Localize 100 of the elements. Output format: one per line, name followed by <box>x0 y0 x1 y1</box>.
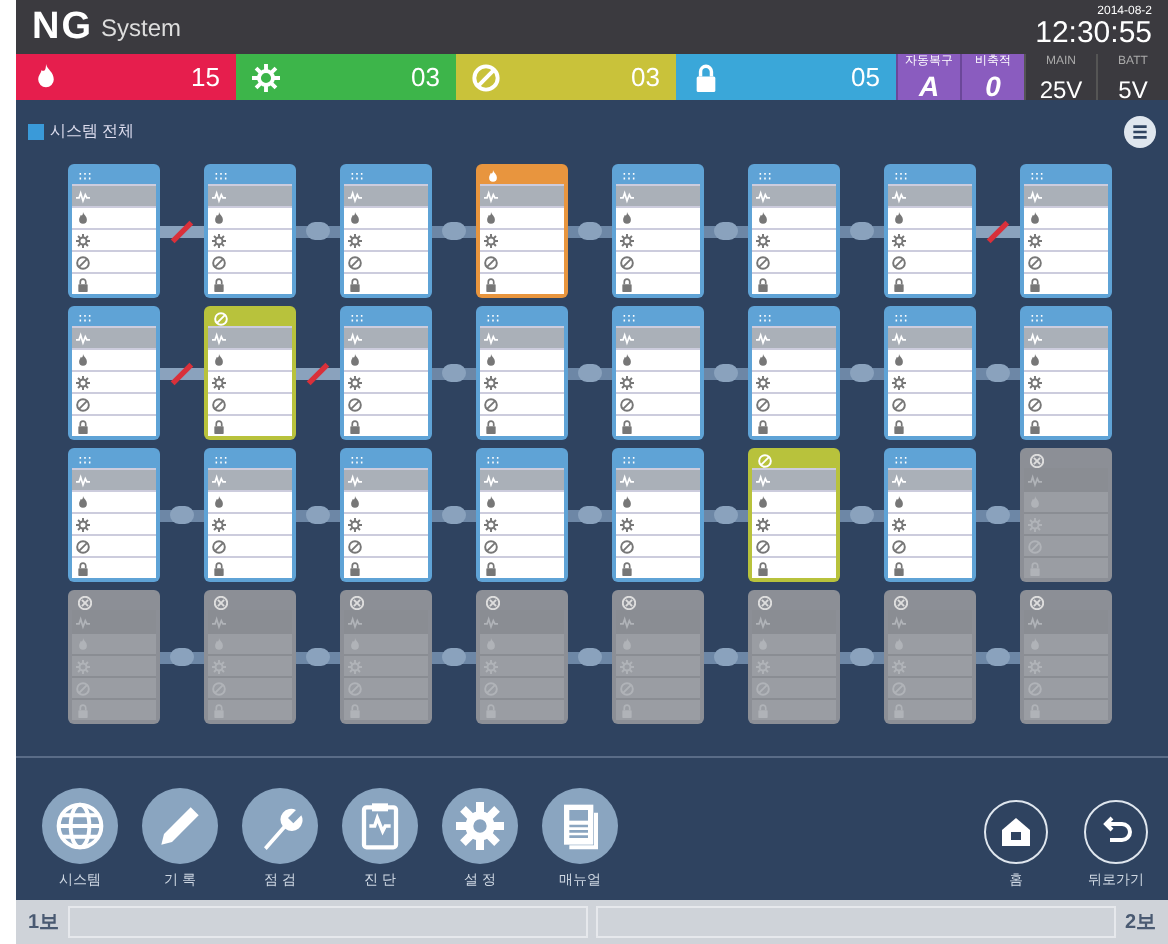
module-panel[interactable] <box>748 306 840 440</box>
prohibited-icon <box>484 681 498 695</box>
flame-icon <box>484 353 498 367</box>
module-panel[interactable] <box>204 448 296 582</box>
lock-icon <box>1028 703 1042 717</box>
lock-icon <box>892 561 906 575</box>
prohibited-icon <box>620 681 634 695</box>
fire-counter[interactable]: 15 <box>16 54 236 100</box>
section-marker <box>28 124 44 140</box>
pulse-icon <box>892 331 906 345</box>
module-panel[interactable] <box>204 306 296 440</box>
voltage-value: 5V <box>1118 74 1148 108</box>
prohibited-icon <box>758 453 772 467</box>
module-panel[interactable] <box>204 164 296 298</box>
pulse-icon <box>1028 331 1042 345</box>
pulse-icon <box>76 331 90 345</box>
gear-icon <box>484 517 498 531</box>
gear-icon <box>1028 517 1042 531</box>
flame-icon <box>620 211 634 225</box>
gear-icon <box>348 375 362 389</box>
module-panel[interactable] <box>884 448 976 582</box>
section-title: 시스템 전체 <box>50 120 135 144</box>
grid-icon <box>350 311 364 325</box>
gear-icon <box>1028 233 1042 247</box>
grid-icon <box>78 453 92 467</box>
prohibited-icon <box>484 255 498 269</box>
module-panel[interactable] <box>884 306 976 440</box>
prohibited-icon <box>1028 681 1042 695</box>
flame-icon <box>620 353 634 367</box>
flame-icon <box>620 495 634 509</box>
pulse-icon <box>756 473 770 487</box>
flame-icon <box>892 211 906 225</box>
gear-icon <box>212 659 226 673</box>
flame-icon <box>486 169 500 183</box>
flame-icon <box>1028 495 1042 509</box>
prohibited-icon <box>620 397 634 411</box>
module-panel[interactable] <box>68 448 160 582</box>
pulse-icon <box>76 473 90 487</box>
module-panel[interactable] <box>748 164 840 298</box>
pulse-icon <box>76 615 90 629</box>
timeline-end: 2보 <box>1124 909 1156 937</box>
flame-icon <box>76 211 90 225</box>
grid-icon <box>894 311 908 325</box>
prohibited-icon <box>620 255 634 269</box>
counter-value: 03 <box>411 59 440 96</box>
flame-icon <box>348 495 362 509</box>
grid-icon <box>78 311 92 325</box>
lock-icon <box>484 561 498 575</box>
module-panel[interactable] <box>612 448 704 582</box>
lock-icon <box>348 419 362 433</box>
flame-icon <box>892 353 906 367</box>
module-panel[interactable] <box>476 164 568 298</box>
gear-icon <box>756 233 770 247</box>
lock-icon <box>1028 277 1042 291</box>
module-panel[interactable] <box>68 306 160 440</box>
timeline-start: 1보 <box>28 909 60 937</box>
prohibited-icon <box>756 255 770 269</box>
module-panel[interactable] <box>68 164 160 298</box>
prohibited-icon <box>1028 539 1042 553</box>
module-panel[interactable] <box>748 448 840 582</box>
gear-icon <box>484 375 498 389</box>
flame-icon <box>620 637 634 651</box>
module-panel[interactable] <box>612 306 704 440</box>
grid-icon <box>894 453 908 467</box>
prohibited-icon <box>76 539 90 553</box>
module-panel[interactable] <box>340 448 432 582</box>
gear-icon <box>212 375 226 389</box>
prohibited-icon <box>348 539 362 553</box>
gear-icon <box>76 375 90 389</box>
module-panel[interactable] <box>884 164 976 298</box>
lock-icon <box>484 419 498 433</box>
gear-icon <box>1028 659 1042 673</box>
flame-icon <box>76 495 90 509</box>
grid-icon <box>486 311 500 325</box>
module-panel[interactable] <box>340 306 432 440</box>
module-panel[interactable] <box>612 164 704 298</box>
lock-icon <box>692 63 720 91</box>
module-panel[interactable] <box>476 306 568 440</box>
prohibited-icon <box>756 681 770 695</box>
pulse-icon <box>348 189 362 203</box>
lock-icon <box>620 419 634 433</box>
module-panel[interactable] <box>1020 306 1112 440</box>
prohibited-icon <box>1028 397 1042 411</box>
flame-icon <box>212 353 226 367</box>
gear-icon <box>348 659 362 673</box>
grid-icon <box>758 169 772 183</box>
grid-icon <box>622 311 636 325</box>
flame-icon <box>1028 211 1042 225</box>
pulse-icon <box>484 473 498 487</box>
module-panel[interactable] <box>1020 164 1112 298</box>
module-panel[interactable] <box>340 164 432 298</box>
prohibited-icon <box>348 397 362 411</box>
list-view-button[interactable] <box>1124 116 1156 148</box>
lock-icon <box>76 703 90 717</box>
lock-icon <box>212 419 226 433</box>
module-panel[interactable] <box>476 448 568 582</box>
gear-icon <box>892 517 906 531</box>
prohibited-icon <box>892 255 906 269</box>
globe-icon <box>56 801 104 849</box>
prohibited-icon <box>620 539 634 553</box>
